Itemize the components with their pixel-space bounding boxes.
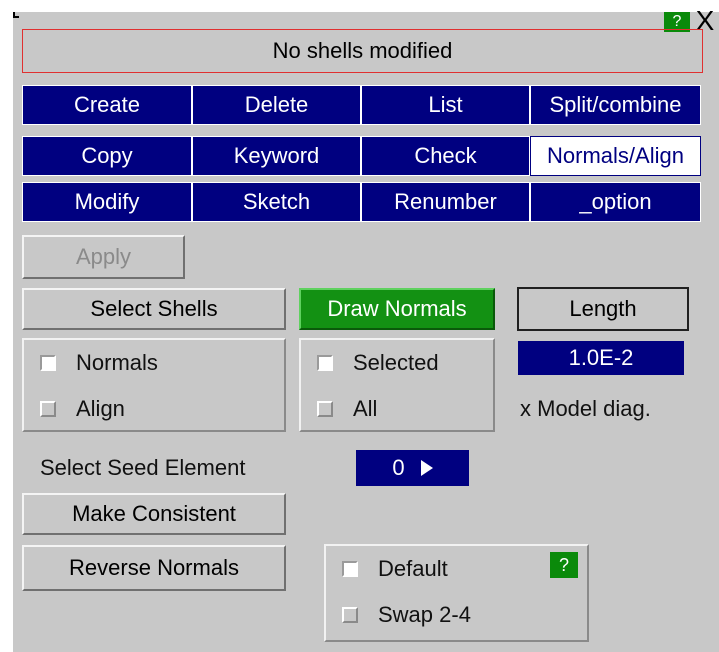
- draw-target-group: Selected All: [299, 338, 495, 432]
- resize-corner-icon[interactable]: [13, 12, 19, 18]
- tab-modify[interactable]: Modify: [22, 182, 192, 222]
- status-message: No shells modified: [22, 29, 703, 73]
- tab-sketch[interactable]: Sketch: [192, 182, 361, 222]
- default-label: Default: [378, 556, 448, 581]
- all-label: All: [353, 396, 378, 421]
- seed-element-label: Select Seed Element: [40, 455, 246, 480]
- make-consistent-button[interactable]: Make Consistent: [22, 493, 286, 535]
- tab-renumber[interactable]: Renumber: [361, 182, 530, 222]
- seed-element-field[interactable]: 0: [356, 450, 469, 486]
- normals-option[interactable]: Normals: [40, 350, 158, 376]
- all-checkbox[interactable]: [317, 401, 333, 417]
- tab-normals-align[interactable]: Normals/Align: [530, 136, 701, 176]
- apply-button[interactable]: Apply: [22, 235, 185, 279]
- normals-label: Normals: [76, 350, 158, 375]
- align-label: Align: [76, 396, 125, 421]
- default-option[interactable]: Default: [342, 556, 448, 582]
- draw-normals-button[interactable]: Draw Normals: [299, 288, 495, 330]
- tab-option[interactable]: _option: [530, 182, 701, 222]
- play-arrow-icon[interactable]: [420, 460, 433, 476]
- length-button[interactable]: Length: [517, 287, 689, 331]
- tab-copy[interactable]: Copy: [22, 136, 192, 176]
- reverse-normals-button[interactable]: Reverse Normals: [22, 545, 286, 591]
- tab-delete[interactable]: Delete: [192, 85, 361, 125]
- reverse-help-button[interactable]: ?: [550, 552, 578, 578]
- normals-panel: ? X No shells modified Create Delete Lis…: [13, 7, 719, 652]
- selected-label: Selected: [353, 350, 439, 375]
- tab-keyword[interactable]: Keyword: [192, 136, 361, 176]
- swap-checkbox[interactable]: [342, 607, 358, 623]
- align-checkbox[interactable]: [40, 401, 56, 417]
- normals-checkbox[interactable]: [40, 355, 56, 371]
- swap-option[interactable]: Swap 2-4: [342, 602, 471, 628]
- align-option[interactable]: Align: [40, 396, 125, 422]
- tab-create[interactable]: Create: [22, 85, 192, 125]
- select-shells-button[interactable]: Select Shells: [22, 288, 286, 330]
- selected-checkbox[interactable]: [317, 355, 333, 371]
- tab-split-combine[interactable]: Split/combine: [530, 85, 701, 125]
- selected-option[interactable]: Selected: [317, 350, 439, 376]
- seed-element-value: 0: [392, 455, 405, 480]
- reverse-options-group: Default Swap 2-4 ?: [324, 544, 589, 642]
- tab-check[interactable]: Check: [361, 136, 530, 176]
- mode-group: Normals Align: [22, 338, 286, 432]
- all-option[interactable]: All: [317, 396, 377, 422]
- length-value-field[interactable]: 1.0E-2: [518, 341, 684, 375]
- length-unit-label: x Model diag.: [520, 396, 651, 421]
- swap-label: Swap 2-4: [378, 602, 471, 627]
- default-checkbox[interactable]: [342, 561, 358, 577]
- tab-list[interactable]: List: [361, 85, 530, 125]
